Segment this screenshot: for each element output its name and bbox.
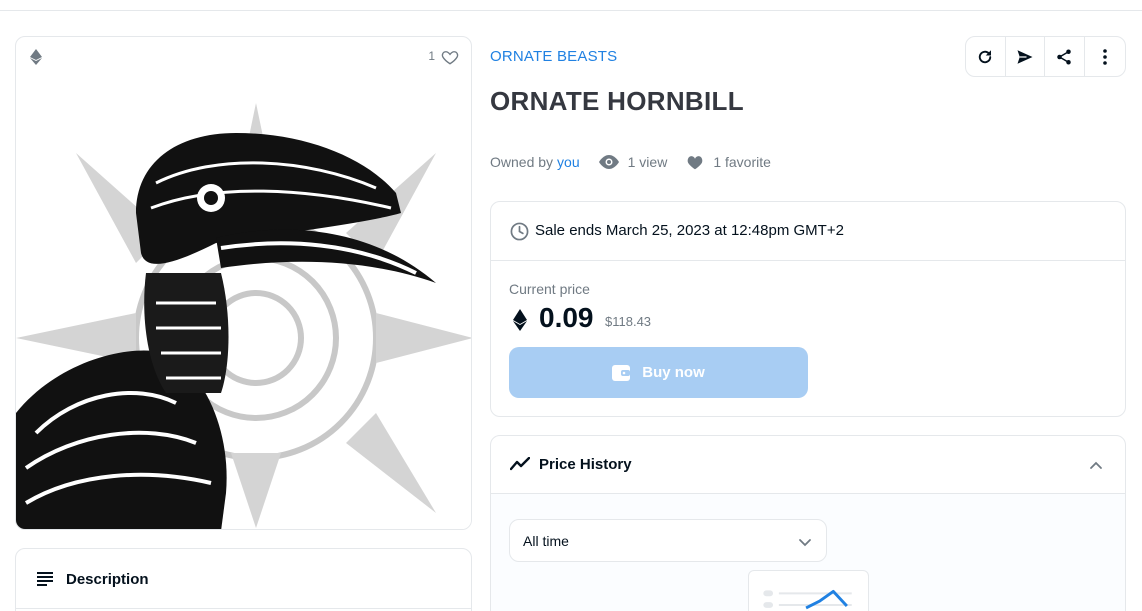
buy-now-label: Buy now bbox=[642, 364, 705, 381]
transfer-button[interactable] bbox=[1006, 37, 1045, 76]
ethereum-icon bbox=[513, 309, 527, 331]
refresh-icon bbox=[979, 49, 992, 63]
text-lines-icon bbox=[37, 572, 53, 586]
price-history-body: All time bbox=[491, 494, 1125, 611]
artwork-card: 1 bbox=[15, 36, 472, 530]
item-meta-row: Owned by you 1 view 1 favorite bbox=[490, 152, 771, 172]
chevron-up-icon[interactable] bbox=[1089, 458, 1103, 472]
sale-header: Sale ends March 25, 2023 at 12:48pm GMT+… bbox=[491, 202, 1125, 261]
send-icon bbox=[1017, 49, 1033, 64]
item-actions-toolbar bbox=[965, 36, 1126, 77]
time-range-select[interactable]: All time bbox=[509, 519, 827, 562]
price-history-header[interactable]: Price History bbox=[491, 436, 1125, 494]
ethereum-icon bbox=[30, 49, 42, 65]
eye-icon bbox=[598, 155, 619, 169]
empty-chart-illustration bbox=[748, 570, 869, 611]
owner-link[interactable]: you bbox=[557, 154, 580, 170]
current-price-label: Current price bbox=[509, 281, 590, 297]
current-price-usd: $118.43 bbox=[605, 314, 652, 329]
item-title: ORNATE HORNBILL bbox=[490, 86, 744, 116]
description-title: Description bbox=[66, 571, 149, 588]
heart-icon bbox=[687, 156, 703, 170]
price-history-title: Price History bbox=[539, 456, 632, 473]
header-divider bbox=[0, 10, 1142, 11]
sale-ends-text: Sale ends March 25, 2023 at 12:48pm GMT+… bbox=[535, 222, 844, 239]
buy-now-button[interactable]: Buy now bbox=[509, 347, 808, 398]
trend-line-icon bbox=[510, 457, 530, 471]
wallet-icon bbox=[612, 364, 631, 381]
favorite-count: 1 bbox=[428, 49, 435, 63]
heart-outline-icon[interactable] bbox=[441, 48, 459, 66]
share-button[interactable] bbox=[1045, 37, 1085, 76]
time-range-value: All time bbox=[523, 533, 569, 549]
description-header[interactable]: Description bbox=[16, 549, 471, 609]
collection-link[interactable]: ORNATE BEASTS bbox=[490, 48, 617, 65]
more-vertical-icon bbox=[1102, 48, 1107, 65]
more-options-button[interactable] bbox=[1085, 37, 1125, 76]
current-price-value: 0.09 bbox=[539, 302, 594, 333]
price-history-card: Price History All time bbox=[490, 435, 1126, 611]
artwork-image bbox=[16, 73, 471, 529]
refresh-button[interactable] bbox=[966, 37, 1006, 76]
favorites-label: 1 favorite bbox=[713, 154, 771, 170]
views-count: 1 view bbox=[598, 154, 668, 170]
clock-icon bbox=[510, 222, 529, 241]
chevron-down-icon bbox=[799, 539, 811, 547]
share-icon bbox=[1057, 49, 1071, 64]
artwork-card-header: 1 bbox=[16, 37, 471, 77]
favorites-count[interactable]: 1 favorite bbox=[686, 154, 771, 170]
views-label: 1 view bbox=[627, 154, 668, 170]
sale-card: Sale ends March 25, 2023 at 12:48pm GMT+… bbox=[490, 201, 1126, 417]
description-card: Description bbox=[15, 548, 472, 611]
owner-prefix: Owned by bbox=[490, 154, 554, 170]
